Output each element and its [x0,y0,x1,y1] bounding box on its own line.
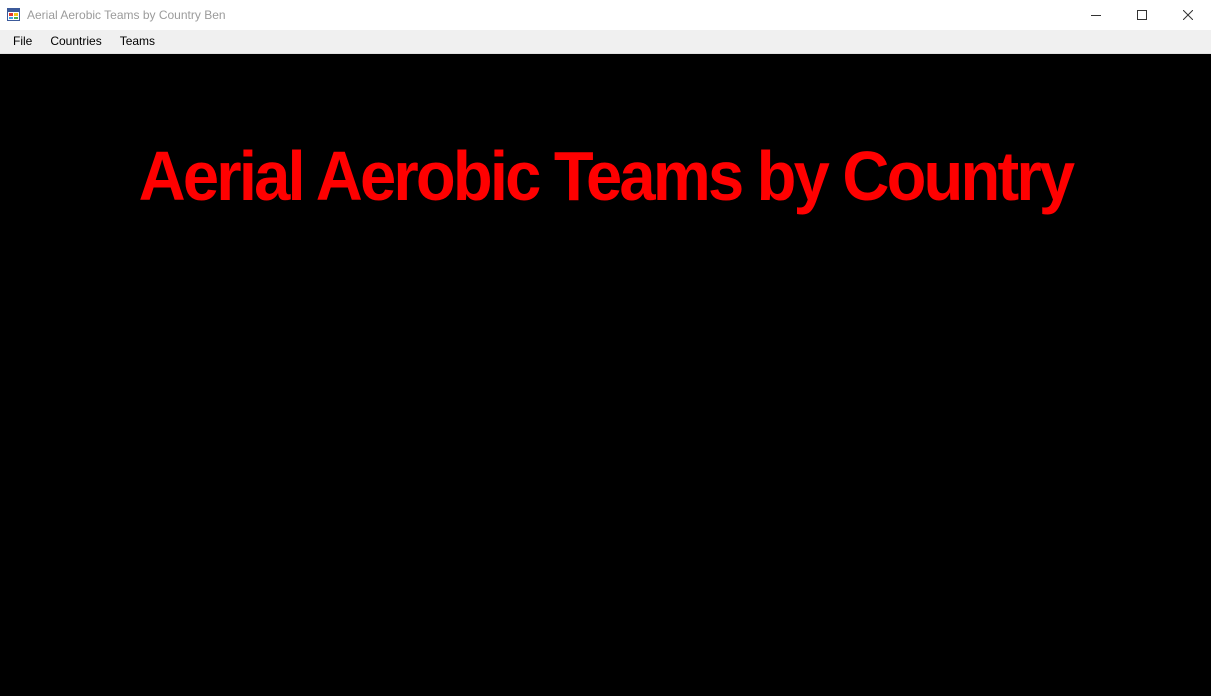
title-bar[interactable]: Aerial Aerobic Teams by Country Ben [0,0,1211,30]
minimize-icon [1091,15,1101,16]
menu-countries[interactable]: Countries [41,30,110,53]
window-controls [1073,0,1211,30]
window-title: Aerial Aerobic Teams by Country Ben [27,8,226,22]
maximize-icon [1137,10,1147,20]
menu-bar: File Countries Teams [0,30,1211,54]
maximize-button[interactable] [1119,0,1165,30]
main-content-area: Aerial Aerobic Teams by Country [0,54,1211,696]
menu-file[interactable]: File [0,30,41,53]
menu-teams[interactable]: Teams [111,30,164,53]
close-icon [1183,10,1193,20]
page-headline: Aerial Aerobic Teams by Country [138,137,1075,215]
app-window-icon[interactable] [7,8,20,21]
close-button[interactable] [1165,0,1211,30]
app-window: Aerial Aerobic Teams by Country Ben File… [0,0,1211,696]
minimize-button[interactable] [1073,0,1119,30]
